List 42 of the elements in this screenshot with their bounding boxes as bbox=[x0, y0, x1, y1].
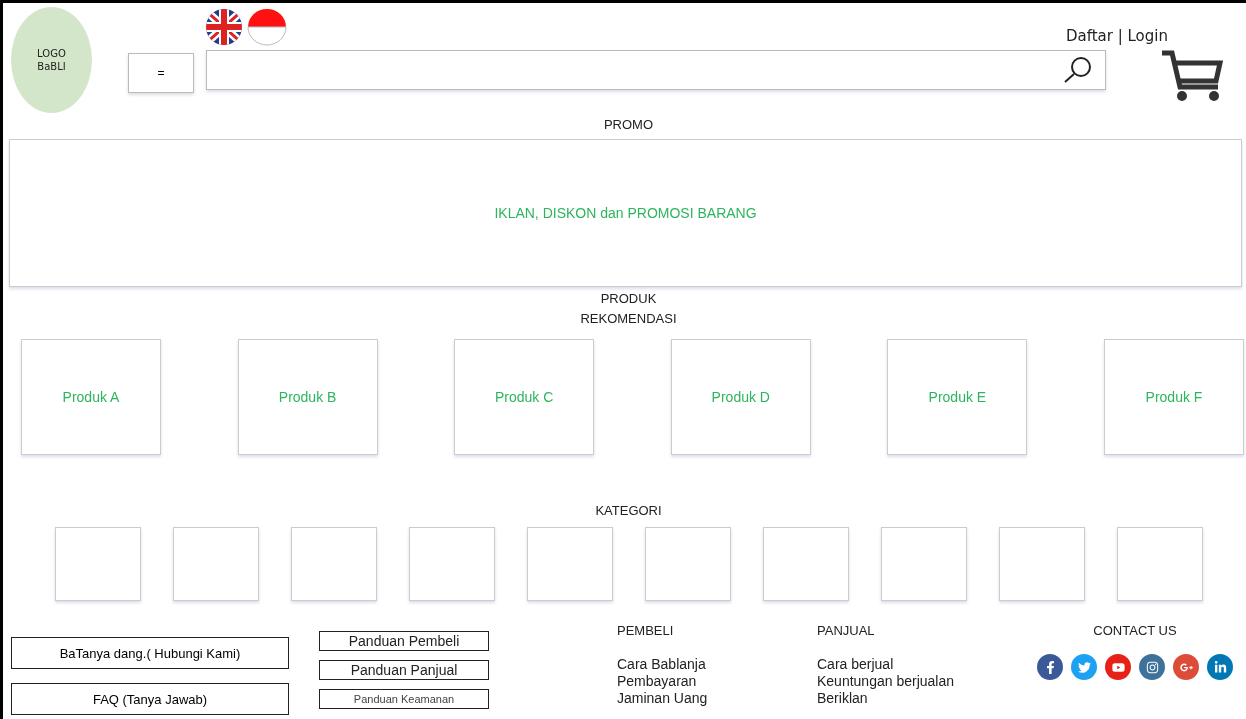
category-tile[interactable] bbox=[173, 527, 259, 601]
linkedin-icon[interactable] bbox=[1207, 654, 1233, 680]
indonesia-flag-icon[interactable] bbox=[245, 8, 288, 46]
youtube-icon[interactable] bbox=[1105, 654, 1131, 680]
footer-link[interactable]: Cara berjual bbox=[817, 656, 1017, 673]
footer-link[interactable]: Pembayaran bbox=[617, 673, 817, 690]
menu-button[interactable]: = bbox=[127, 53, 194, 93]
section-title: PROMO bbox=[602, 116, 655, 134]
help-button[interactable]: BaTanya dang.( Hubungi Kami) bbox=[11, 637, 289, 669]
category-tile[interactable] bbox=[1117, 527, 1203, 601]
instagram-icon[interactable] bbox=[1139, 654, 1165, 680]
guide-button[interactable]: Panduan Keamanan bbox=[319, 689, 489, 709]
googleplus-icon[interactable] bbox=[1173, 654, 1199, 680]
section-title: PRODUK bbox=[599, 290, 658, 308]
footer-heading: PEMBELI bbox=[617, 623, 675, 638]
category-tile[interactable] bbox=[645, 527, 731, 601]
category-tile[interactable] bbox=[881, 527, 967, 601]
search-field[interactable] bbox=[205, 50, 1106, 90]
guide-button[interactable]: Panduan Pembeli bbox=[319, 631, 489, 651]
guide-button[interactable]: Panduan Panjual bbox=[319, 660, 489, 680]
category-tile[interactable] bbox=[999, 527, 1085, 601]
search-icon[interactable] bbox=[1062, 56, 1093, 84]
help-button[interactable]: FAQ (Tanya Jawab) bbox=[11, 683, 289, 715]
logo-text: LOGO bbox=[37, 47, 66, 60]
footer-link[interactable]: Beriklan bbox=[817, 690, 1017, 707]
footer-heading: PANJUAL bbox=[817, 623, 876, 638]
footer-link[interactable]: Cara Bablanja bbox=[617, 656, 817, 673]
section-title: KATEGORI bbox=[594, 502, 663, 520]
logo-text: BaBLI bbox=[37, 60, 66, 73]
section-title: REKOMENDASI bbox=[579, 310, 678, 328]
footer-heading: CONTACT US bbox=[1093, 623, 1177, 638]
register-login-link[interactable]: Daftar | Login bbox=[1065, 27, 1168, 45]
footer-link[interactable]: Jaminan Uang bbox=[617, 690, 817, 707]
twitter-icon[interactable] bbox=[1071, 654, 1097, 680]
category-tile[interactable] bbox=[291, 527, 377, 601]
category-tile[interactable] bbox=[55, 527, 141, 601]
facebook-icon[interactable] bbox=[1037, 654, 1063, 680]
footer-link[interactable]: Keuntungan berjualan bbox=[817, 673, 1017, 690]
cart-icon[interactable] bbox=[1160, 49, 1226, 103]
category-tile[interactable] bbox=[527, 527, 613, 601]
category-tile[interactable] bbox=[409, 527, 495, 601]
category-tile[interactable] bbox=[763, 527, 849, 601]
